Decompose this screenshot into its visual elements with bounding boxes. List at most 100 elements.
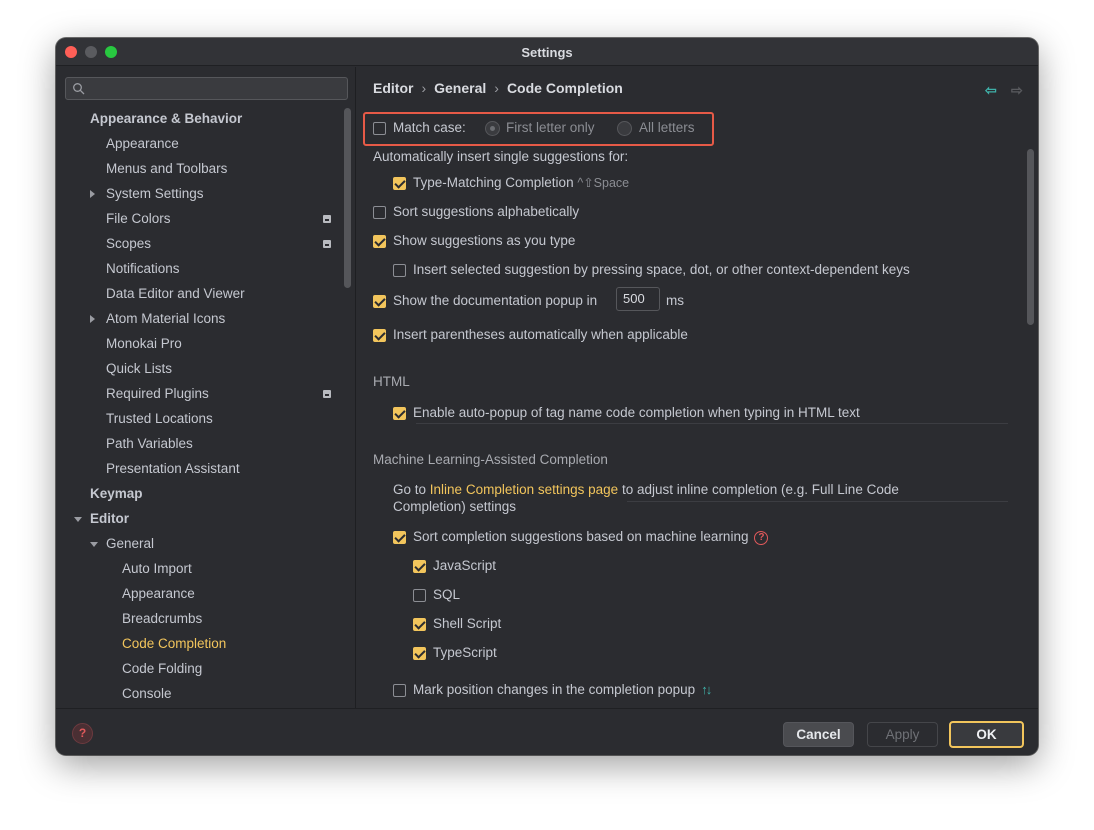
chevron-right-icon[interactable] — [90, 190, 95, 198]
first-letter-radio[interactable] — [485, 121, 500, 136]
sidebar-item-label: Menus and Toolbars — [106, 161, 228, 176]
sidebar-item-monokai-pro[interactable]: Monokai Pro — [106, 333, 182, 355]
breadcrumb-code-completion: Code Completion — [506, 80, 623, 96]
sidebar-item-label: Breadcrumbs — [122, 611, 203, 626]
sort-alpha-checkbox[interactable] — [373, 206, 386, 219]
project-scope-icon — [323, 390, 331, 398]
settings-window: Settings Appearance & Behavior Appearance… — [56, 38, 1038, 755]
first-letter-label: First letter only — [506, 120, 595, 135]
insert-selected-checkbox[interactable] — [393, 264, 406, 277]
project-scope-icon — [323, 215, 331, 223]
chevron-down-icon[interactable] — [74, 517, 82, 522]
sidebar-item-code-folding[interactable]: Code Folding — [122, 658, 202, 680]
breadcrumb-editor[interactable]: Editor — [373, 80, 413, 96]
ml-language-label: Shell Script — [433, 616, 502, 631]
sidebar-item-label: Data Editor and Viewer — [106, 286, 245, 301]
sidebar-item-required-plugins[interactable]: Required Plugins — [106, 383, 209, 405]
ok-button[interactable]: OK — [949, 721, 1024, 748]
sidebar-item-label: Editor — [90, 511, 129, 526]
sidebar-item-label: Trusted Locations — [106, 411, 213, 426]
html-section-divider — [416, 423, 1008, 424]
html-auto-popup-checkbox[interactable] — [393, 407, 406, 420]
sort-ml-checkbox[interactable] — [393, 531, 406, 544]
inline-completion-settings-link[interactable]: Inline Completion settings page — [430, 482, 618, 497]
ml-language-checkbox[interactable] — [413, 560, 426, 573]
sidebar-item-file-colors[interactable]: File Colors — [106, 208, 171, 230]
sidebar-item-breadcrumbs[interactable]: Breadcrumbs — [122, 608, 202, 630]
sidebar-item-appearance-behavior[interactable]: Appearance & Behavior — [90, 108, 242, 130]
sidebar-item-trusted-locations[interactable]: Trusted Locations — [106, 408, 213, 430]
sidebar-item-label: Required Plugins — [106, 386, 209, 401]
mark-position-checkbox[interactable] — [393, 684, 406, 697]
all-letters-radio[interactable] — [617, 121, 632, 136]
sidebar-item-data-editor-and-viewer[interactable]: Data Editor and Viewer — [106, 283, 245, 305]
breadcrumb-separator: › — [421, 80, 427, 96]
ml-language-checkbox[interactable] — [413, 589, 426, 602]
apply-button[interactable]: Apply — [867, 722, 938, 747]
chevron-down-icon[interactable] — [90, 542, 98, 547]
sidebar-item-auto-import[interactable]: Auto Import — [122, 558, 192, 580]
sidebar-item-code-completion[interactable]: Code Completion — [122, 633, 226, 655]
sidebar-item-editor[interactable]: Editor — [90, 508, 129, 530]
insert-parens-label: Insert parentheses automatically when ap… — [393, 327, 688, 342]
sidebar-item-label: Path Variables — [106, 436, 193, 451]
ml-description-line2: Completion) settings — [393, 499, 517, 514]
all-letters-label: All letters — [639, 120, 695, 135]
ml-language-label: JavaScript — [433, 558, 497, 573]
sidebar-item-label: Quick Lists — [106, 361, 173, 376]
sidebar-item-menus-and-toolbars[interactable]: Menus and Toolbars — [106, 158, 227, 180]
sidebar-item-general[interactable]: General — [106, 533, 154, 555]
type-matching-shortcut: ^⇧Space — [577, 176, 630, 190]
content-scrollbar[interactable] — [1027, 149, 1034, 325]
sidebar-item-scopes[interactable]: Scopes — [106, 233, 151, 255]
insert-parens-checkbox[interactable] — [373, 329, 386, 342]
dialog-footer: ? Cancel Apply OK — [56, 708, 1038, 755]
help-button[interactable]: ? — [72, 723, 93, 744]
search-icon — [73, 83, 85, 95]
sidebar-item-appearance[interactable]: Appearance — [106, 133, 179, 155]
ml-language-checkbox[interactable] — [413, 618, 426, 631]
ml-description-line1: to adjust inline completion (e.g. Full L… — [621, 482, 899, 497]
sidebar-item-notifications[interactable]: Notifications — [106, 258, 180, 280]
doc-popup-checkbox[interactable] — [373, 295, 386, 308]
sidebar-item-label: Code Completion — [122, 636, 227, 651]
match-case-checkbox[interactable] — [373, 122, 386, 135]
help-icon[interactable]: ? — [754, 531, 769, 545]
forward-arrow-icon[interactable]: ⇨ — [1011, 82, 1023, 99]
sidebar-item-keymap[interactable]: Keymap — [90, 483, 143, 505]
search-input[interactable] — [65, 77, 348, 100]
chevron-right-icon[interactable] — [90, 315, 95, 323]
doc-popup-row: Show the documentation popup in 500 ms — [373, 287, 713, 311]
match-case-label: Match case: — [393, 120, 466, 135]
sidebar-item-label: Keymap — [90, 486, 143, 501]
sidebar-item-label: Notifications — [106, 261, 180, 276]
sidebar-item-system-settings[interactable]: System Settings — [106, 183, 204, 205]
html-section-title: HTML — [373, 374, 410, 389]
sidebar-item-atom-material-icons[interactable]: Atom Material Icons — [106, 308, 225, 330]
sidebar-item-appearance[interactable]: Appearance — [122, 583, 195, 605]
sidebar-item-label: Monokai Pro — [106, 336, 182, 351]
sort-alpha-label: Sort suggestions alphabetically — [393, 204, 580, 219]
breadcrumb-general[interactable]: General — [434, 80, 486, 96]
cancel-button[interactable]: Cancel — [783, 722, 854, 747]
sidebar-item-label: Scopes — [106, 236, 152, 251]
show-as-you-type-checkbox[interactable] — [373, 235, 386, 248]
ml-section-title: Machine Learning-Assisted Completion — [373, 452, 608, 467]
type-matching-checkbox[interactable] — [393, 177, 406, 190]
sidebar-item-label: Auto Import — [122, 561, 192, 576]
sidebar-item-label: Appearance & Behavior — [90, 111, 243, 126]
sidebar-item-quick-lists[interactable]: Quick Lists — [106, 358, 172, 380]
sidebar-item-path-variables[interactable]: Path Variables — [106, 433, 193, 455]
sidebar-item-label: File Colors — [106, 211, 171, 226]
breadcrumb-separator: › — [494, 80, 499, 96]
sidebar-item-presentation-assistant[interactable]: Presentation Assistant — [106, 458, 240, 480]
sidebar-item-console[interactable]: Console — [122, 683, 172, 705]
ml-language-checkbox[interactable] — [413, 647, 426, 660]
sidebar-item-label: General — [106, 536, 155, 551]
sidebar-scrollbar[interactable] — [344, 108, 351, 288]
doc-popup-delay-input[interactable]: 500 — [616, 287, 660, 311]
sidebar-item-label: System Settings — [106, 186, 204, 201]
back-arrow-icon[interactable]: ⇦ — [985, 82, 997, 99]
mark-position-label: Mark position changes in the completion … — [413, 682, 696, 697]
sort-ml-label: Sort completion suggestions based on mac… — [413, 529, 749, 544]
